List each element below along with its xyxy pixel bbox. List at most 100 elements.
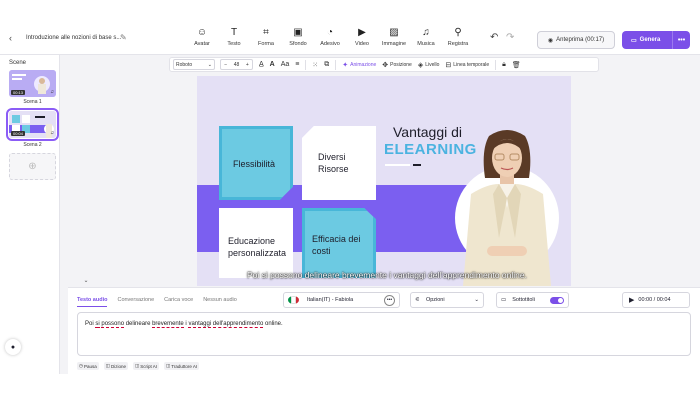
script-actions: ◷ Pausa ◫ Dizione ◫ Script AI ◫ Traduttore A… <box>77 362 200 370</box>
trash-icon[interactable]: 🗑︎ <box>512 61 521 69</box>
image-icon: ▨ <box>389 27 399 38</box>
music-note-icon: ♫ <box>50 89 54 95</box>
chip-label: Traduttore AI <box>171 363 198 369</box>
subtitles-label: Sottotitoli <box>512 297 535 303</box>
plus-icon[interactable]: + <box>246 62 249 68</box>
box-flessibilita-text[interactable]: Flessibilità <box>233 158 275 170</box>
document-title[interactable]: Introduzione alle nozioni di base s... <box>26 35 121 41</box>
tool-avatar[interactable]: ☺ Avatar <box>186 27 218 47</box>
sticker-icon: ◔ <box>326 27 334 38</box>
music-note-icon: ♫ <box>50 130 54 136</box>
more-icon[interactable]: ••• <box>384 294 395 306</box>
chip-label: Script AI <box>140 363 158 369</box>
timeline-icon: ⊟ <box>445 61 452 69</box>
video-icon: ▶ <box>358 27 366 38</box>
diction-icon: ◫ <box>105 363 110 368</box>
position-icon: ✥ <box>382 61 389 69</box>
preview-button[interactable]: ◉ Anteprima (00:17) <box>537 31 615 49</box>
chevron-down-icon: ⌄ <box>207 61 212 68</box>
scene-duration: 00:04 <box>11 131 26 136</box>
title-underline-dot <box>413 164 421 166</box>
box-risorse-text[interactable]: Diversi Risorse <box>318 151 368 175</box>
undo-icon[interactable]: ↶ <box>490 32 498 43</box>
tool-record[interactable]: ⚲ Registra <box>442 27 474 47</box>
tool-label: Musica <box>417 41 435 47</box>
voice-selector[interactable]: Italian(IT) - Fabiola ••• <box>283 292 400 308</box>
chevron-down-icon[interactable]: ⌄ <box>80 277 92 286</box>
font-value: Roboto <box>176 61 193 68</box>
tab-testo-audio[interactable]: Testo audio <box>77 297 108 307</box>
scene-thumbnail-2[interactable]: 00:04 ♫ <box>6 108 59 141</box>
pause-chip[interactable]: ◷ Pausa <box>77 362 99 370</box>
tool-shape[interactable]: ⌗ Forma <box>250 27 282 47</box>
ai-icon: ◫ <box>134 363 140 368</box>
box-efficacia-text[interactable]: Efficacia dei costi <box>312 233 372 257</box>
presenter-avatar[interactable] <box>457 128 557 286</box>
font-size-stepper[interactable]: − 48 + <box>220 59 253 70</box>
tool-background[interactable]: ▣ Sfondo <box>282 27 314 47</box>
more-options-icon[interactable]: ••• <box>672 31 690 49</box>
slide-title-line1[interactable]: Vantaggi di <box>393 124 462 140</box>
text-case-icon[interactable]: Aa <box>281 61 290 68</box>
lock-icon[interactable]: 🔒︎ <box>502 61 506 69</box>
editor-app: ‹ Introduzione alle nozioni di base s...… <box>0 22 700 374</box>
music-icon: ♫ <box>422 27 430 38</box>
chip-label: Dizione <box>110 363 126 369</box>
play-button[interactable]: ▶ 00:00 / 00:04 <box>622 292 690 308</box>
font-select[interactable]: Roboto ⌄ <box>173 59 215 70</box>
minus-icon[interactable]: − <box>224 62 227 68</box>
translator-ai-chip[interactable]: ◫ Traduttore AI <box>164 362 200 370</box>
pencil-icon[interactable]: ✎ <box>120 33 127 42</box>
avatar-icon: ☺ <box>196 27 208 38</box>
position-button[interactable]: Posizione <box>390 62 412 68</box>
format-toolbar: Roboto ⌄ −48 + A̲ A Aa ≡ ⁙ ⧉ ✦ Animazione … <box>169 57 599 72</box>
timeline-button[interactable]: Linea temporale <box>453 62 489 68</box>
generate-button[interactable]: ▭ Genera ••• <box>622 31 690 49</box>
tab-carica-voce[interactable]: Carica voce <box>164 297 193 307</box>
copy-icon[interactable]: ⧉ <box>324 61 329 69</box>
tab-nessun-audio[interactable]: Nessun audio <box>203 297 237 307</box>
tool-label: Sfondo <box>289 41 307 47</box>
tool-image[interactable]: ▨ Immagine <box>378 27 410 47</box>
diction-chip[interactable]: ◫ Dizione <box>103 362 128 370</box>
eye-icon: ◉ <box>547 37 554 44</box>
font-size-value[interactable]: 48 <box>234 62 240 68</box>
preview-label: Anteprima (00:17) <box>556 37 605 43</box>
sliders-icon: ⚟ <box>415 297 420 303</box>
text-highlight-icon[interactable]: A <box>270 61 275 68</box>
slide-subtitle: Poi si possono delineare brevemente i va… <box>247 270 527 280</box>
subtitles-toggle[interactable]: ▭ Sottotitoli <box>496 292 569 308</box>
chevron-left-icon[interactable]: ‹ <box>9 33 12 43</box>
text-color-icon[interactable]: A̲ <box>259 61 264 68</box>
level-button[interactable]: Livello <box>425 62 439 68</box>
align-icon[interactable]: ≡ <box>295 61 299 68</box>
scene-thumbnail-1[interactable]: 00:13 ♫ <box>9 70 56 97</box>
animation-button[interactable]: Animazione <box>350 62 376 68</box>
tab-conversazione[interactable]: Conversazione <box>117 297 154 307</box>
subtitles-switch[interactable] <box>550 297 564 304</box>
transparency-icon[interactable]: ⁙ <box>312 61 318 69</box>
tool-music[interactable]: ♫ Musica <box>410 27 442 47</box>
shapes-icon: ⌗ <box>263 27 269 38</box>
box-educazione-text[interactable]: Educazione personalizzata <box>228 235 298 259</box>
title-underline <box>385 164 410 166</box>
options-dropdown[interactable]: ⚟ Opzioni ⌄ <box>410 292 484 308</box>
redo-icon[interactable]: ↷ <box>506 32 514 43</box>
tool-video[interactable]: ▶ Video <box>346 27 378 47</box>
generate-label: Genera <box>639 37 661 43</box>
tool-sticker[interactable]: ◔ Adesivo <box>314 27 346 47</box>
audio-panel: Testo audio Conversazione Carica voce Ne… <box>68 287 700 374</box>
flagged-word: brevemente <box>152 321 184 328</box>
add-scene-button[interactable]: ⊕ <box>9 153 56 180</box>
generate-icon: ▭ <box>631 37 637 44</box>
subtitles-icon: ▭ <box>501 297 507 303</box>
chat-help-icon[interactable]: ● <box>5 339 21 355</box>
script-textarea[interactable]: Poi si possono delineare brevemente i va… <box>77 312 691 356</box>
flagged-word: possono <box>101 321 125 328</box>
tool-text[interactable]: T Testo <box>218 27 250 47</box>
scenes-title: Scene <box>9 60 27 66</box>
background-icon: ▣ <box>293 27 303 38</box>
slide-canvas[interactable]: Flessibilità Diversi Risorse Educazione … <box>197 76 571 286</box>
script-ai-chip[interactable]: ◫ Script AI <box>132 362 160 370</box>
layers-icon: ◈ <box>417 61 424 69</box>
